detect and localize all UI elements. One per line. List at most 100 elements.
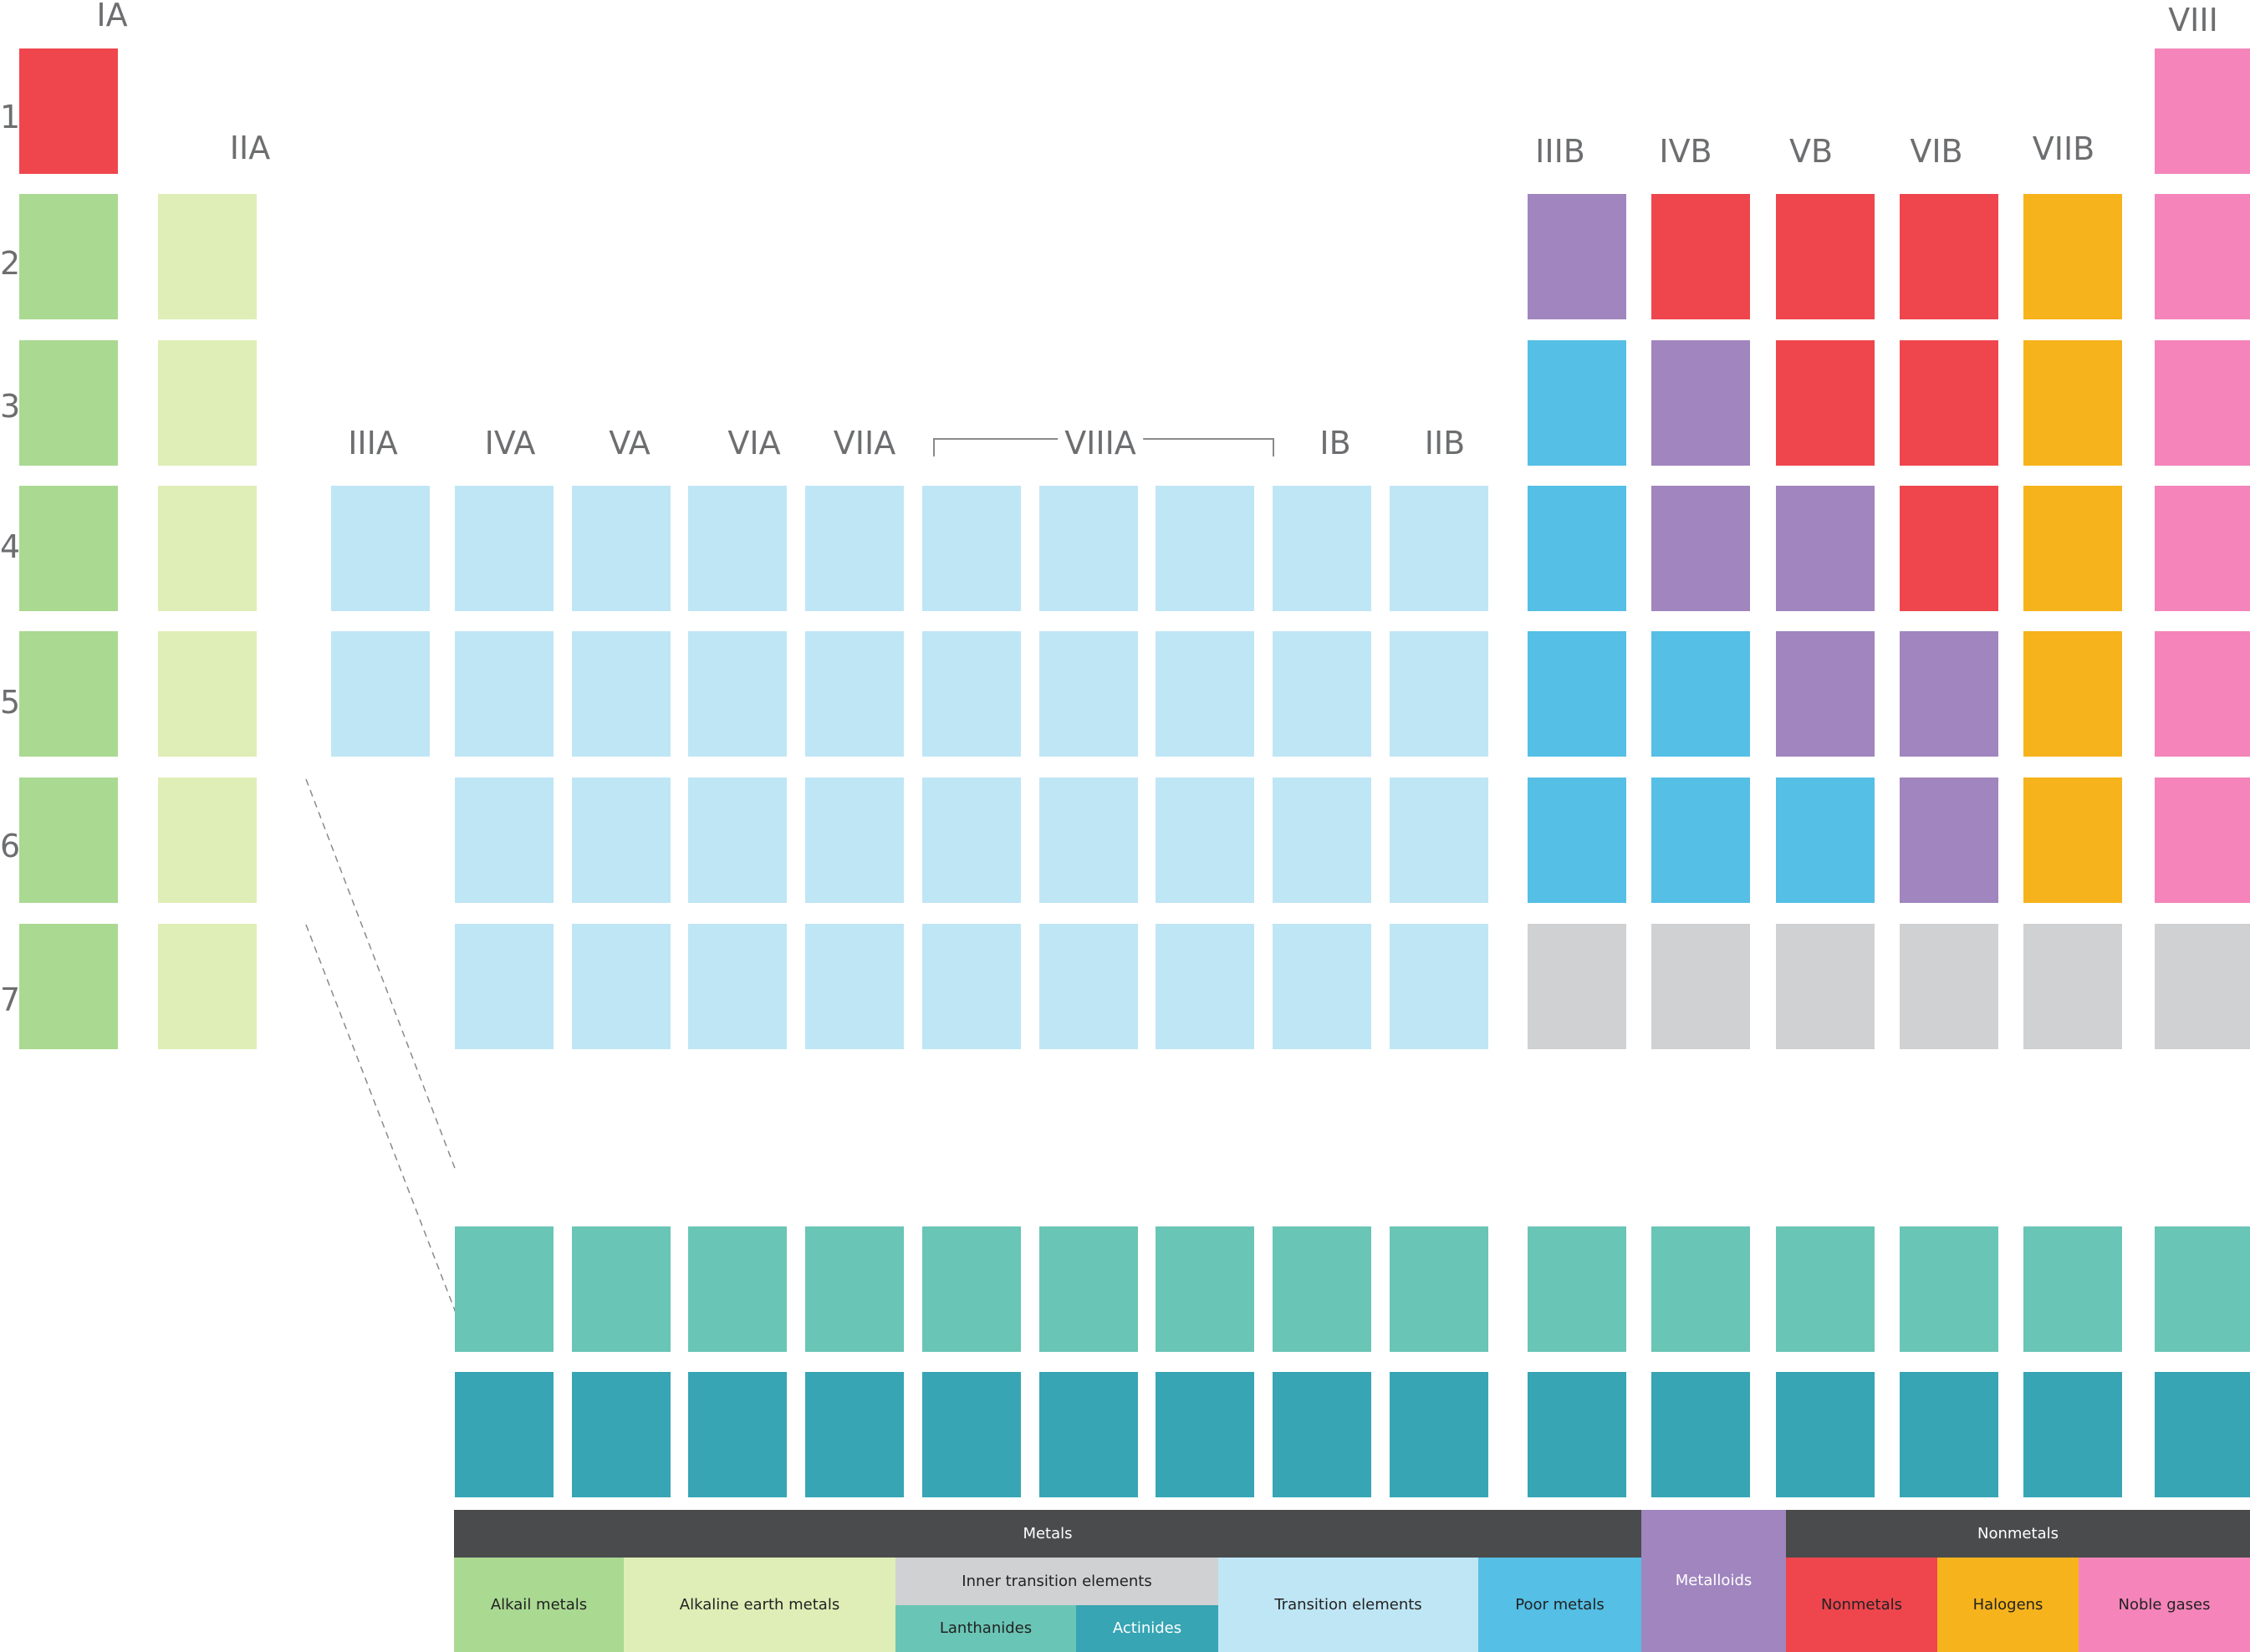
- element-cell-alkali: [19, 194, 118, 319]
- element-cell-lanthanide: [1651, 1226, 1750, 1352]
- element-cell-actinide: [1528, 1372, 1626, 1497]
- element-cell-alkaline: [158, 194, 257, 319]
- element-cell-actinide: [1039, 1372, 1138, 1497]
- legend-halogens: Halogens: [1937, 1558, 2079, 1652]
- element-cell-inner: [2155, 924, 2250, 1049]
- group-label-vb: VB: [1788, 133, 1834, 170]
- element-cell-transition: [455, 631, 554, 757]
- element-cell-transition: [1156, 924, 1254, 1049]
- element-cell-alkaline: [158, 778, 257, 903]
- element-cell-transition: [572, 486, 671, 611]
- legend-alkali-metals: Alkail metals: [454, 1558, 624, 1652]
- group-label-viiia: VIIIA: [1058, 427, 1143, 459]
- element-cell-lanthanide: [1390, 1226, 1488, 1352]
- element-cell-noble: [2155, 778, 2250, 903]
- element-cell-lanthanide: [688, 1226, 787, 1352]
- element-cell-transition: [1039, 924, 1138, 1049]
- element-cell-poor: [1528, 631, 1626, 757]
- legend-inner-transition-elements: Inner transition elements: [895, 1558, 1218, 1605]
- period-label-1: 1: [0, 99, 21, 135]
- period-label-6: 6: [0, 828, 21, 864]
- legend-alkaline-earth-metals: Alkaline earth metals: [624, 1558, 895, 1652]
- legend-nonmetals: Nonmetals: [1786, 1558, 1937, 1652]
- lanthanide-connector-line: [305, 778, 457, 1171]
- element-cell-noble: [2155, 48, 2250, 174]
- element-cell-actinide: [2155, 1372, 2250, 1497]
- element-cell-transition: [805, 631, 904, 757]
- element-cell-alkali: [19, 486, 118, 611]
- element-cell-nonmetal: [19, 48, 118, 174]
- element-cell-poor: [1528, 340, 1626, 466]
- group-label-viib: VIIB: [2032, 130, 2095, 167]
- legend-nonmetals-header: Nonmetals: [1786, 1510, 2250, 1558]
- element-cell-alkali: [19, 924, 118, 1049]
- element-cell-nonmetal: [1651, 194, 1750, 319]
- group-label-va: VA: [609, 425, 651, 461]
- element-cell-transition: [1273, 924, 1371, 1049]
- element-cell-transition: [1390, 631, 1488, 757]
- element-cell-actinide: [805, 1372, 904, 1497]
- element-cell-nonmetal: [1776, 340, 1875, 466]
- period-label-3: 3: [0, 388, 21, 425]
- element-cell-alkali: [19, 631, 118, 757]
- element-cell-metalloid: [1651, 340, 1750, 466]
- element-cell-lanthanide: [455, 1226, 554, 1352]
- legend-poor-metals: Poor metals: [1478, 1558, 1641, 1652]
- element-cell-halogen: [2023, 486, 2122, 611]
- element-cell-inner: [2023, 924, 2122, 1049]
- period-label-7: 7: [0, 982, 21, 1018]
- element-cell-noble: [2155, 631, 2250, 757]
- element-cell-alkali: [19, 778, 118, 903]
- actinide-connector-line: [305, 924, 457, 1313]
- legend-lanthanides: Lanthanides: [895, 1605, 1076, 1652]
- element-cell-transition: [572, 631, 671, 757]
- element-cell-actinide: [1273, 1372, 1371, 1497]
- element-cell-nonmetal: [1776, 194, 1875, 319]
- legend-metalloids: Metalloids: [1641, 1510, 1786, 1652]
- group-label-iib: IIB: [1424, 425, 1466, 461]
- element-cell-metalloid: [1651, 486, 1750, 611]
- element-cell-poor: [1776, 778, 1875, 903]
- element-cell-inner: [1776, 924, 1875, 1049]
- element-cell-transition: [1156, 486, 1254, 611]
- element-cell-noble: [2155, 486, 2250, 611]
- element-cell-lanthanide: [1528, 1226, 1626, 1352]
- element-cell-transition: [1156, 631, 1254, 757]
- element-cell-lanthanide: [805, 1226, 904, 1352]
- legend-transition-elements: Transition elements: [1218, 1558, 1478, 1652]
- element-cell-actinide: [2023, 1372, 2122, 1497]
- element-cell-transition: [922, 631, 1021, 757]
- element-cell-inner: [1651, 924, 1750, 1049]
- group-label-vib: VIB: [1910, 133, 1963, 170]
- element-cell-noble: [2155, 340, 2250, 466]
- element-cell-lanthanide: [1900, 1226, 1998, 1352]
- element-cell-noble: [2155, 194, 2250, 319]
- element-cell-transition: [922, 778, 1021, 903]
- group-label-ivb: IVB: [1659, 133, 1712, 170]
- element-cell-transition: [1273, 631, 1371, 757]
- period-label-2: 2: [0, 245, 21, 282]
- element-cell-inner: [1900, 924, 1998, 1049]
- legend-noble-gases: Noble gases: [2079, 1558, 2250, 1652]
- element-cell-lanthanide: [1776, 1226, 1875, 1352]
- element-cell-poor: [1528, 778, 1626, 903]
- element-cell-transition: [331, 486, 430, 611]
- element-cell-transition: [331, 631, 430, 757]
- element-cell-actinide: [1651, 1372, 1750, 1497]
- element-cell-actinide: [455, 1372, 554, 1497]
- element-cell-transition: [455, 924, 554, 1049]
- element-cell-actinide: [922, 1372, 1021, 1497]
- element-cell-transition: [572, 778, 671, 903]
- element-cell-lanthanide: [572, 1226, 671, 1352]
- element-cell-transition: [1039, 486, 1138, 611]
- element-cell-alkaline: [158, 340, 257, 466]
- element-cell-lanthanide: [922, 1226, 1021, 1352]
- element-cell-actinide: [1156, 1372, 1254, 1497]
- group-label-ia: IA: [96, 0, 128, 33]
- element-cell-lanthanide: [1039, 1226, 1138, 1352]
- element-cell-nonmetal: [1900, 194, 1998, 319]
- element-cell-actinide: [1900, 1372, 1998, 1497]
- element-cell-poor: [1651, 778, 1750, 903]
- element-cell-metalloid: [1900, 631, 1998, 757]
- group-label-viii: VIII: [2168, 2, 2218, 38]
